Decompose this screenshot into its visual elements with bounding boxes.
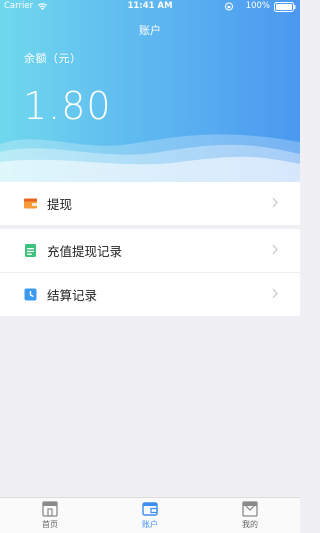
tab-account[interactable]: 账户	[100, 498, 200, 533]
account-menu: 提现 充值提现记录 结算记录	[0, 182, 300, 316]
tab-label: 账户	[142, 520, 158, 529]
chevron-right-icon	[272, 244, 278, 255]
tab-bar: 首页 账户 我的	[0, 497, 300, 533]
wallet-icon	[24, 198, 37, 209]
status-bar: Carrier 11:41 AM 100%	[0, 0, 300, 14]
menu-item-settlement-records[interactable]: 结算记录	[0, 273, 300, 316]
wave-decoration	[0, 134, 300, 182]
account-header: Carrier 11:41 AM 100% 账户 余额（元） 1.80	[0, 0, 300, 182]
chevron-right-icon	[272, 288, 278, 299]
tab-label: 我的	[242, 520, 258, 529]
home-icon	[42, 501, 58, 517]
profile-icon	[242, 501, 258, 517]
tab-home[interactable]: 首页	[0, 498, 100, 533]
menu-item-label: 提现	[47, 197, 73, 212]
page-title: 账户	[139, 24, 161, 37]
menu-item-recharge-withdraw-records[interactable]: 充值提现记录	[0, 229, 300, 272]
menu-item-label: 充值提现记录	[47, 244, 123, 259]
document-icon	[25, 244, 36, 257]
tab-label: 首页	[42, 520, 58, 529]
menu-item-label: 结算记录	[47, 288, 98, 303]
clock-icon	[24, 288, 37, 301]
balance-label: 余额（元）	[24, 52, 82, 65]
menu-item-withdraw[interactable]: 提现	[0, 182, 300, 225]
battery-icon	[274, 2, 296, 12]
chevron-right-icon	[272, 197, 278, 208]
wallet-icon	[142, 502, 158, 516]
battery-percent: 100%	[245, 1, 270, 11]
tab-profile[interactable]: 我的	[200, 498, 300, 533]
orientation-lock-icon	[225, 2, 233, 11]
